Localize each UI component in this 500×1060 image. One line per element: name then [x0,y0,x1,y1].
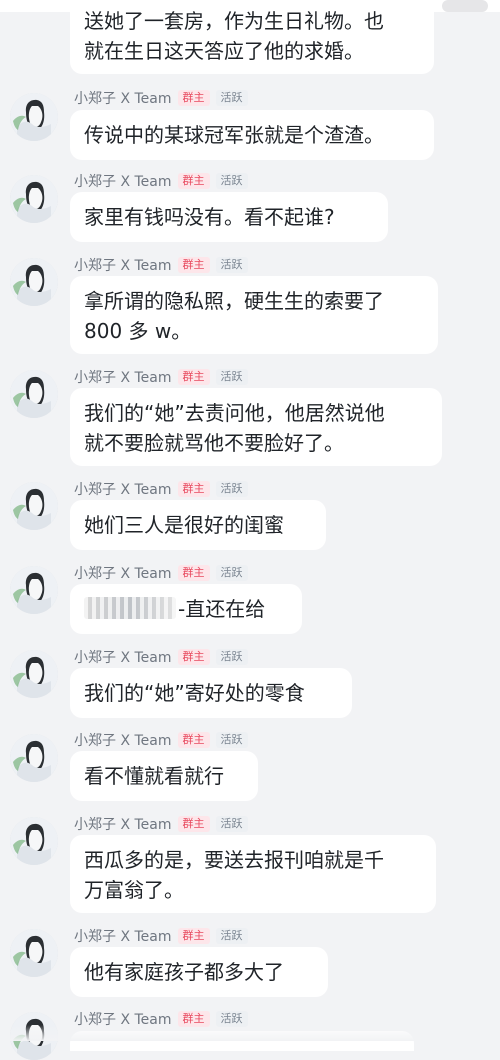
message-text: 她们三人是很好的闺蜜 [84,513,284,537]
group-owner-badge: 群主 [177,928,210,944]
message-text: 传说中的某球冠军张就是个渣渣。 [84,123,384,147]
message-bubble[interactable]: 西瓜多的是，要送去报刊咱就是千 万富翁了。 [70,835,436,913]
message-bubble[interactable]: 他有家庭孩子都多大了 [70,947,328,997]
sender-meta: 小郑子 X Team 群主 活跃 [74,729,248,751]
message-bubble[interactable]: 我们的“她”去责问他，他居然说他 就不要脸就骂他不要脸好了。 [70,388,442,466]
sender-meta: 小郑子 X Team 群主 活跃 [74,646,248,668]
group-owner-badge: 群主 [177,257,210,273]
active-badge: 活跃 [215,257,248,273]
message-text: 西瓜多的是，要送去报刊咱就是千 万富翁了。 [84,848,384,902]
sender-avatar[interactable] [10,175,58,223]
sender-avatar[interactable] [10,93,58,141]
group-owner-badge: 群主 [177,90,210,106]
message-bubble[interactable]: 传说中的某球冠军张就是个渣渣。 [70,110,434,160]
sender-avatar[interactable] [10,929,58,977]
sender-meta: 小郑子 X Team 群主 活跃 [74,813,248,835]
sender-name[interactable]: 小郑子 X Team [74,88,172,108]
sender-name[interactable]: 小郑子 X Team [74,647,172,667]
message-text: 拿所谓的隐私照，硬生生的索要了 800 多 w。 [84,289,384,343]
sender-avatar[interactable] [10,734,58,782]
sender-meta: 小郑子 X Team 群主 活跃 [74,254,248,276]
group-owner-badge: 群主 [177,649,210,665]
sender-meta: 小郑子 X Team 群主 活跃 [74,170,248,192]
message-text: 送她了一套房，作为生日礼物。也 就在生日这天答应了他的求婚。 [84,9,384,63]
group-owner-badge: 群主 [177,732,210,748]
sender-name[interactable]: 小郑子 X Team [74,730,172,750]
sender-name[interactable]: 小郑子 X Team [74,479,172,499]
sender-name[interactable]: 小郑子 X Team [74,926,172,946]
message-bubble[interactable]: 家里有钱吗没有。看不起谁? [70,192,388,242]
active-badge: 活跃 [215,90,248,106]
message-text: 他有家庭孩子都多大了 [84,960,284,984]
chat-thread[interactable]: 送她了一套房，作为生日礼物。也 就在生日这天答应了他的求婚。 小郑子 X Tea… [0,0,500,1060]
message-bubble[interactable]: 她们三人是很好的闺蜜 [70,500,326,550]
bottom-fade [0,1025,500,1041]
sender-name[interactable]: 小郑子 X Team [74,171,172,191]
message-text: -直还在给 [178,597,266,621]
message-bubble[interactable]: 拿所谓的隐私照，硬生生的索要了 800 多 w。 [70,276,438,354]
sender-name[interactable]: 小郑子 X Team [74,814,172,834]
active-badge: 活跃 [215,649,248,665]
sender-meta: 小郑子 X Team 群主 活跃 [74,366,248,388]
group-owner-badge: 群主 [177,816,210,832]
active-badge: 活跃 [215,732,248,748]
sender-meta: 小郑子 X Team 群主 活跃 [74,478,248,500]
sender-avatar[interactable] [10,258,58,306]
message-bubble[interactable]: 看不懂就看就行 [70,751,258,801]
sender-avatar[interactable] [10,817,58,865]
sender-meta: 小郑子 X Team 群主 活跃 [74,925,248,947]
sender-name[interactable]: 小郑子 X Team [74,563,172,583]
active-badge: 活跃 [215,369,248,385]
group-owner-badge: 群主 [177,369,210,385]
message-text: 看不懂就看就行 [84,764,224,788]
message-bubble[interactable]: -直还在给 [70,584,302,634]
sender-name[interactable]: 小郑子 X Team [74,367,172,387]
active-badge: 活跃 [215,481,248,497]
sender-meta: 小郑子 X Team 群主 活跃 [74,562,248,584]
message-text: 我们的“她”去责问他，他居然说他 就不要脸就骂他不要脸好了。 [84,401,385,455]
active-badge: 活跃 [215,173,248,189]
sender-avatar[interactable] [10,482,58,530]
message-text: 我们的“她”寄好处的零食 [84,681,305,705]
group-owner-badge: 群主 [177,173,210,189]
sender-name[interactable]: 小郑子 X Team [74,255,172,275]
redacted-text [84,597,176,619]
active-badge: 活跃 [215,816,248,832]
message-bubble[interactable]: 我们的“她”寄好处的零食 [70,668,352,718]
message-text: 家里有钱吗没有。看不起谁? [84,205,335,229]
active-badge: 活跃 [215,928,248,944]
sender-avatar[interactable] [10,370,58,418]
active-badge: 活跃 [215,565,248,581]
group-owner-badge: 群主 [177,481,210,497]
sender-meta: 小郑子 X Team 群主 活跃 [74,87,248,109]
group-owner-badge: 群主 [177,565,210,581]
sender-avatar[interactable] [10,650,58,698]
sender-avatar[interactable] [10,566,58,614]
message-bubble-top[interactable]: 送她了一套房，作为生日礼物。也 就在生日这天答应了他的求婚。 [70,0,434,74]
